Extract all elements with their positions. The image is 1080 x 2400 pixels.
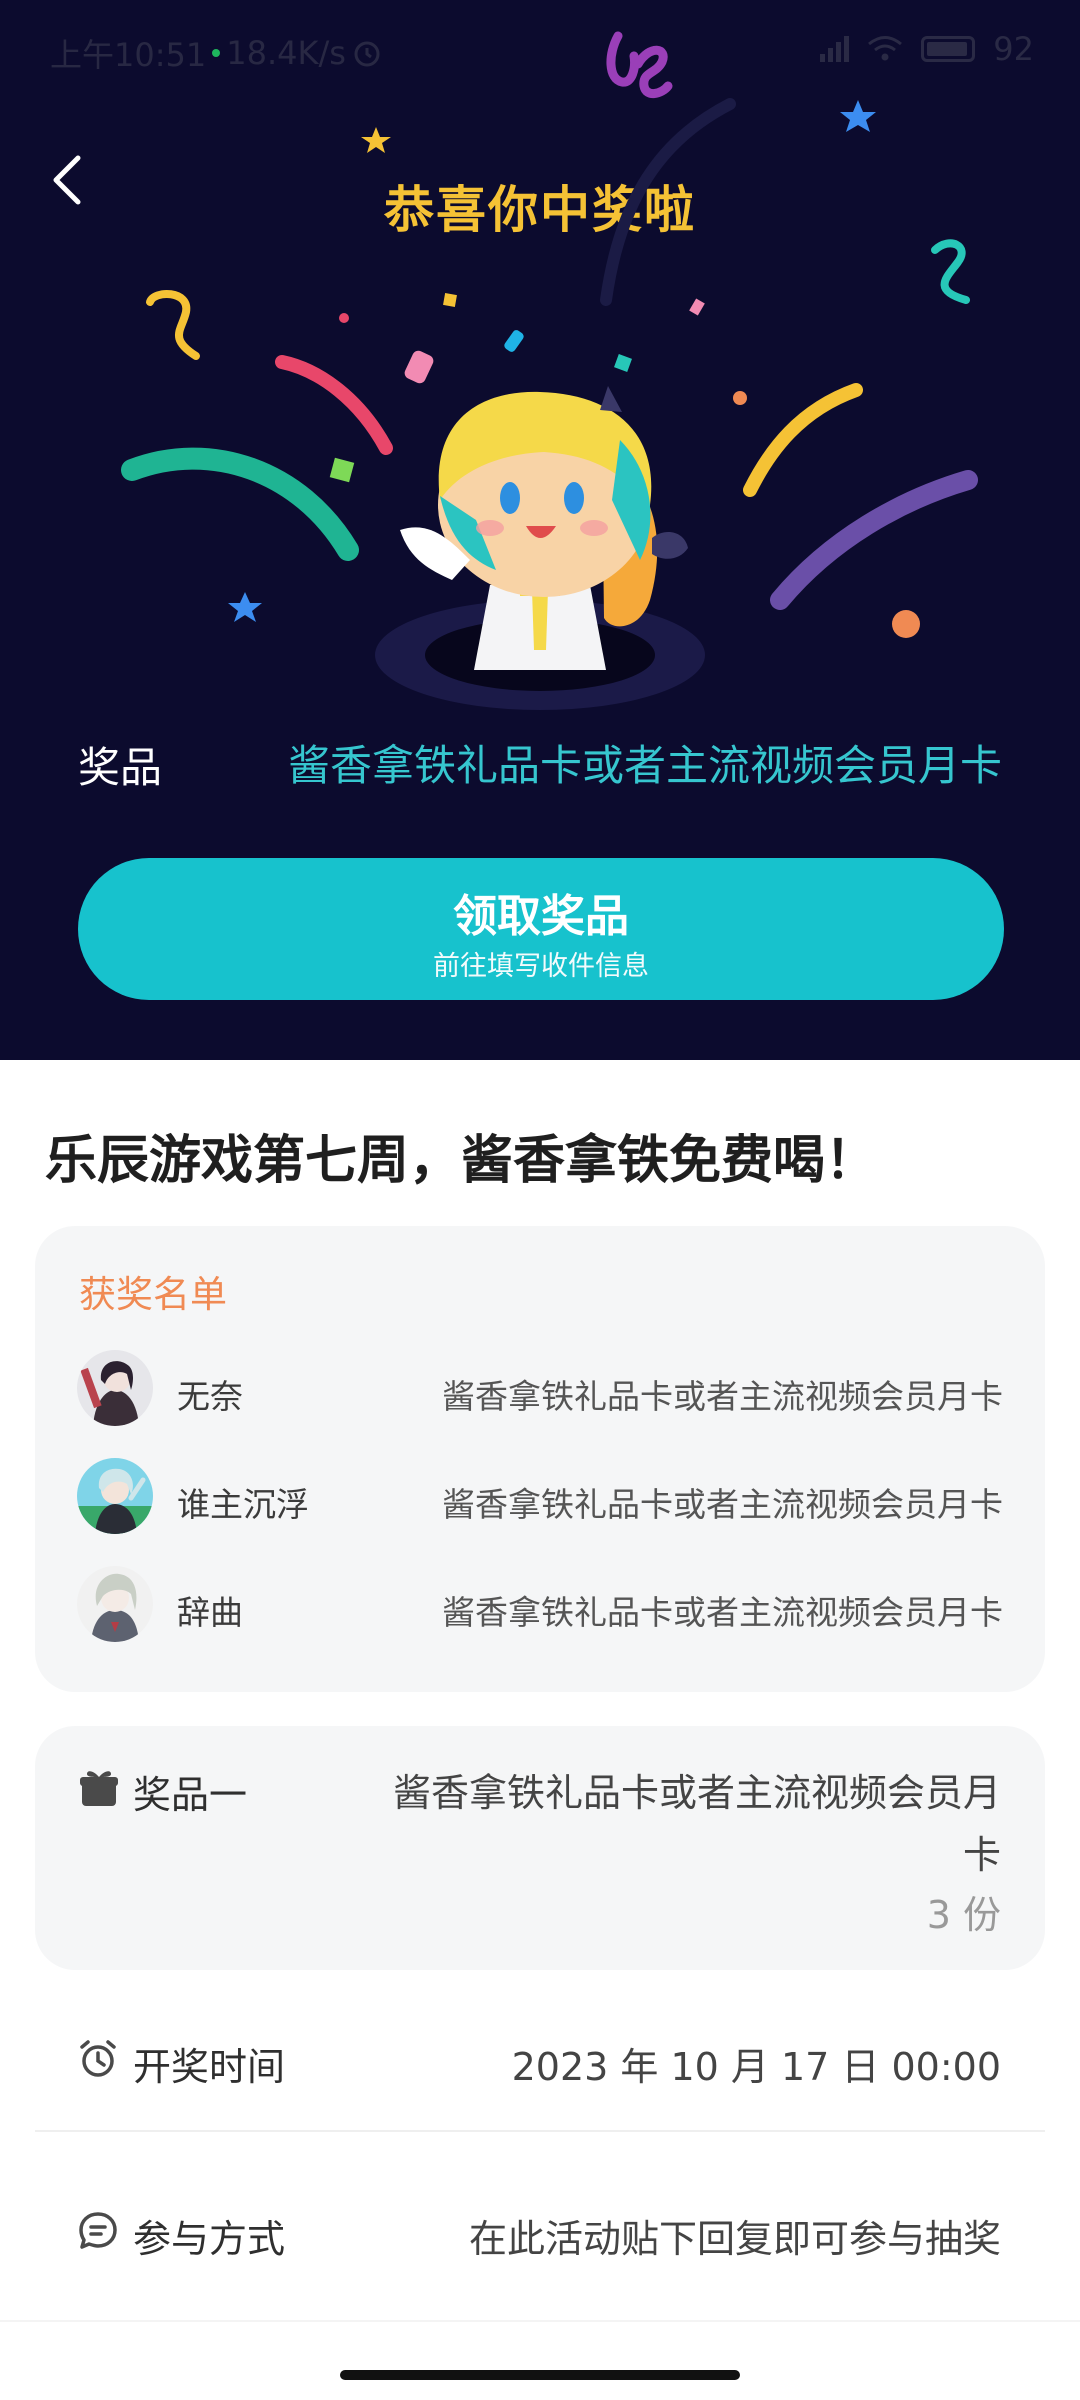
bottom-nav-area <box>0 2320 1080 2400</box>
claim-prize-label: 领取奖品 <box>453 891 629 942</box>
star-icon <box>228 592 262 622</box>
status-left: 上午10:51 18.4K/s <box>50 30 382 76</box>
avatar <box>77 1566 153 1642</box>
notification-dot-icon <box>212 49 221 57</box>
status-right: 92 <box>820 30 1034 68</box>
prize-item-value: 酱香拿铁礼品卡或者主流视频会员月卡 <box>392 1771 1001 1877</box>
participation-row: 参与方式 在此活动贴下回复即可参与抽奖 <box>35 2154 1045 2304</box>
comment-icon <box>79 2212 117 2249</box>
winner-row[interactable]: 谁主沉浮 酱香拿铁礼品卡或者主流视频会员月卡 <box>77 1458 1003 1538</box>
star-icon <box>840 100 876 132</box>
winner-prize: 酱香拿铁礼品卡或者主流视频会员月卡 <box>442 1377 1003 1416</box>
winners-heading: 获奖名单 <box>79 1273 227 1316</box>
battery-icon <box>921 36 976 62</box>
battery-level: 92 <box>993 30 1034 68</box>
claim-prize-button[interactable]: 领取奖品 前往填写收件信息 <box>78 858 1004 1000</box>
wifi-icon <box>868 36 903 61</box>
draw-time-row: 开奖时间 2023 年 10 月 17 日 00:00 <box>35 1982 1045 2132</box>
winner-prize: 酱香拿铁礼品卡或者主流视频会员月卡 <box>442 1593 1003 1632</box>
celebration-illustration <box>121 98 978 710</box>
alarm-clock-icon <box>80 2040 116 2077</box>
network-speed: 18.4K/s <box>226 34 346 72</box>
winner-name: 无奈 <box>177 1377 243 1416</box>
prize-detail-card: 奖品一 酱香拿铁礼品卡或者主流视频会员月卡 3 份 <box>35 1726 1045 1970</box>
avatar <box>77 1350 153 1426</box>
alarm-status-icon <box>354 41 380 67</box>
draw-time-label: 开奖时间 <box>133 2045 286 2089</box>
prize-item-quantity: 3 份 <box>926 1893 1001 1937</box>
winner-prize: 酱香拿铁礼品卡或者主流视频会员月卡 <box>442 1485 1003 1524</box>
status-time: 上午10:51 <box>50 36 207 74</box>
star-icon <box>361 127 391 153</box>
status-bar: 上午10:51 18.4K/s 92 <box>0 0 1080 100</box>
prize-item-label: 奖品一 <box>133 1773 248 1817</box>
signal-icon <box>820 36 850 62</box>
winner-row[interactable]: 辞曲 酱香拿铁礼品卡或者主流视频会员月卡 <box>77 1566 1003 1646</box>
winners-card: 获奖名单 无奈 酱香拿铁礼品卡或者主流视频会员月卡 谁主沉浮 酱香拿铁礼品卡或者… <box>35 1226 1045 1692</box>
winner-name: 谁主沉浮 <box>177 1485 309 1524</box>
winner-name: 辞曲 <box>177 1593 243 1632</box>
hero-section: 上午10:51 18.4K/s 92 恭喜你中奖啦 奖品 酱香拿铁礼品卡或者主流… <box>0 0 1080 1060</box>
home-indicator[interactable] <box>340 2370 740 2380</box>
prize-label: 奖品 <box>78 743 163 792</box>
prize-value: 酱香拿铁礼品卡或者主流视频会员月卡 <box>287 741 1002 790</box>
participation-label: 参与方式 <box>133 2217 286 2261</box>
activity-title: 乐辰游戏第七周，酱香拿铁免费喝！ <box>45 1131 878 1191</box>
draw-time-value: 2023 年 10 月 17 日 00:00 <box>511 2045 1001 2089</box>
gift-icon <box>80 1771 118 1806</box>
claim-prize-subtext: 前往填写收件信息 <box>433 951 649 982</box>
avatar <box>77 1458 153 1534</box>
winner-row[interactable]: 无奈 酱香拿铁礼品卡或者主流视频会员月卡 <box>77 1350 1003 1430</box>
participation-value: 在此活动贴下回复即可参与抽奖 <box>468 2217 1001 2261</box>
